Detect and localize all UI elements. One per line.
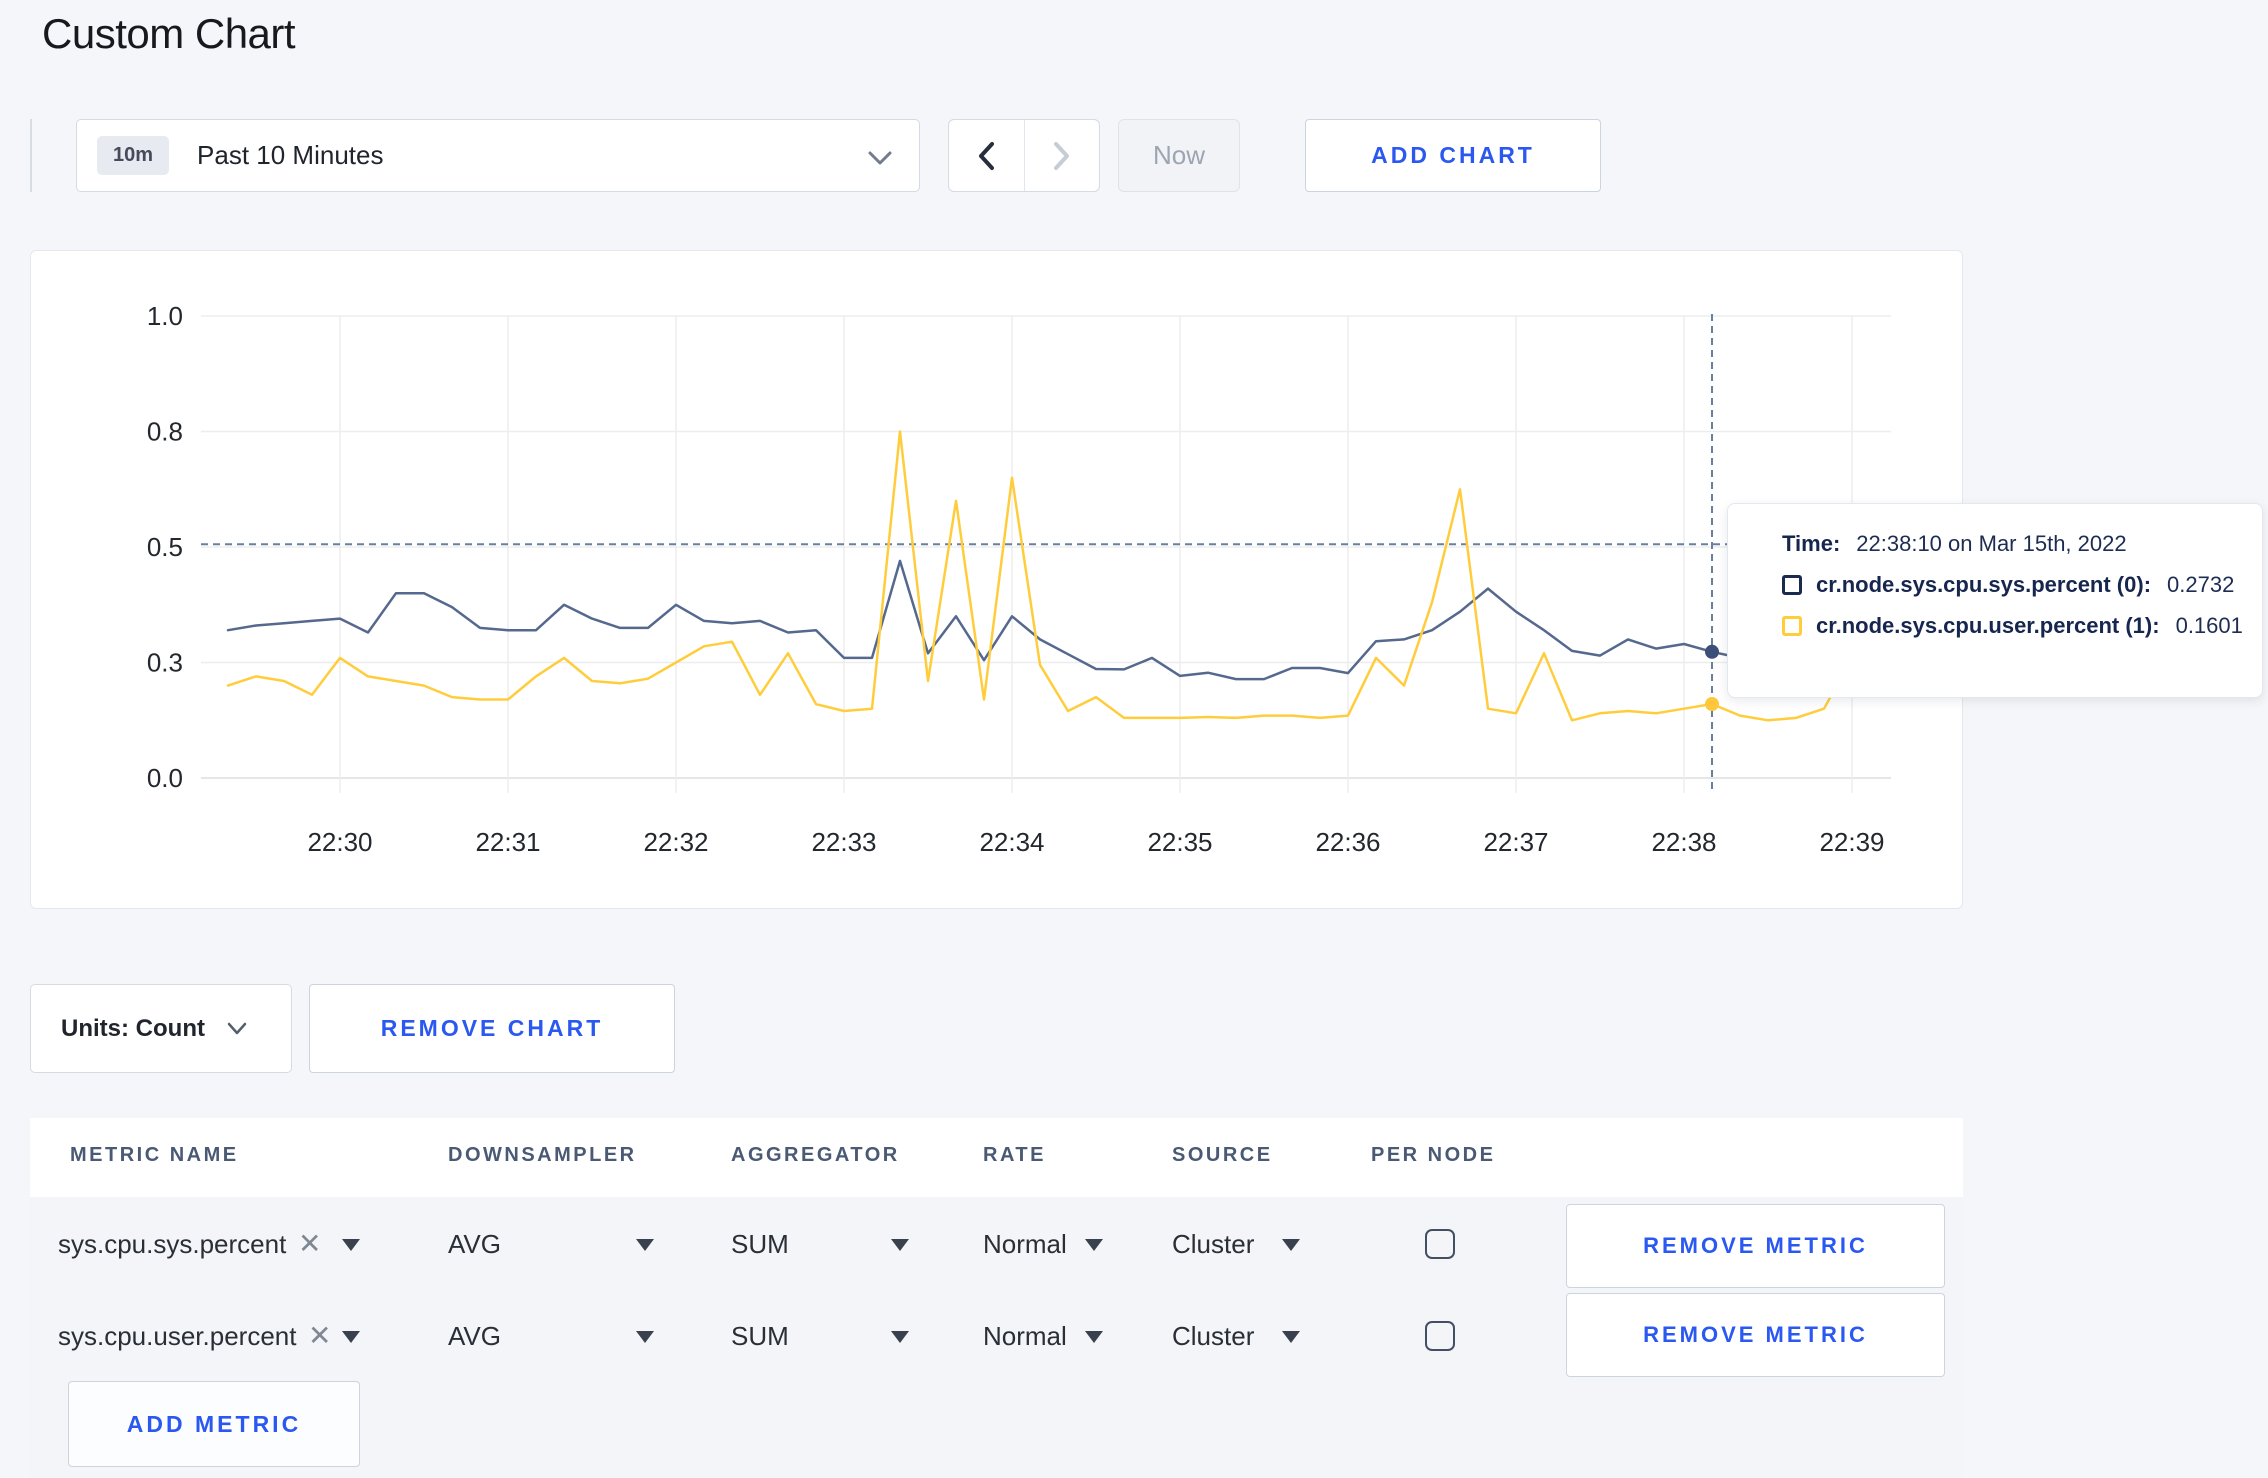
- chevron-down-icon: [227, 1022, 247, 1035]
- units-select[interactable]: Units: Count: [30, 984, 292, 1073]
- tooltip-series-name: cr.node.sys.cpu.user.percent (1):: [1816, 613, 2160, 638]
- source-caret-icon[interactable]: [1282, 1239, 1300, 1251]
- col-header-aggregator: AGGREGATOR: [731, 1144, 900, 1166]
- metric-name-select[interactable]: sys.cpu.sys.percent: [58, 1229, 286, 1260]
- svg-text:22:30: 22:30: [307, 827, 372, 857]
- tooltip-series-value: 0.1601: [2175, 613, 2243, 638]
- svg-text:0.5: 0.5: [147, 532, 183, 562]
- time-forward-button[interactable]: [1023, 120, 1100, 191]
- rate-caret-icon[interactable]: [1085, 1239, 1103, 1251]
- downsampler-caret-icon[interactable]: [636, 1331, 654, 1343]
- add-chart-button[interactable]: ADD CHART: [1305, 119, 1601, 192]
- line-chart[interactable]: 0.0 0.3 0.5 0.8 1.0 22:30 22:31 22:32 22:33 22:34…: [31, 251, 1964, 910]
- col-header-source: SOURCE: [1172, 1144, 1273, 1166]
- source-select[interactable]: Cluster: [1172, 1229, 1254, 1260]
- chart-tooltip: Time: 22:38:10 on Mar 15th, 2022 cr.node…: [1727, 503, 2263, 698]
- svg-text:22:35: 22:35: [1147, 827, 1212, 857]
- chart-card: 0.0 0.3 0.5 0.8 1.0 22:30 22:31 22:32 22:33 22:34…: [30, 250, 1963, 909]
- custom-chart-page: { "page": { "title": "Custom Chart" }, "…: [0, 0, 2268, 1478]
- svg-text:22:32: 22:32: [643, 827, 708, 857]
- svg-text:22:39: 22:39: [1819, 827, 1884, 857]
- time-back-button[interactable]: [949, 120, 1024, 191]
- metric-name-select[interactable]: sys.cpu.user.percent: [58, 1321, 296, 1352]
- col-header-downsampler: DOWNSAMPLER: [448, 1144, 637, 1166]
- metrics-table-header: METRIC NAME DOWNSAMPLER AGGREGATOR RATE …: [30, 1118, 1963, 1197]
- downsampler-select[interactable]: AVG: [448, 1229, 501, 1260]
- svg-text:0.0: 0.0: [147, 763, 183, 793]
- chevron-down-icon: [868, 151, 892, 165]
- aggregator-select[interactable]: SUM: [731, 1321, 789, 1352]
- time-window-select[interactable]: 10m Past 10 Minutes: [76, 119, 920, 192]
- rate-select[interactable]: Normal: [983, 1321, 1067, 1352]
- chevron-left-icon: [979, 141, 995, 170]
- tooltip-time-label: Time:: [1782, 531, 1841, 556]
- remove-metric-button[interactable]: REMOVE METRIC: [1566, 1204, 1945, 1288]
- clear-metric-icon[interactable]: ✕: [308, 1319, 331, 1352]
- chevron-right-icon: [1053, 141, 1069, 170]
- tooltip-time-row: Time: 22:38:10 on Mar 15th, 2022: [1782, 531, 2262, 557]
- svg-text:22:33: 22:33: [811, 827, 876, 857]
- user-series-swatch-icon: [1782, 616, 1802, 636]
- metric-dropdown-caret-icon[interactable]: [342, 1331, 360, 1343]
- svg-text:22:31: 22:31: [475, 827, 540, 857]
- svg-text:22:36: 22:36: [1315, 827, 1380, 857]
- per-node-checkbox[interactable]: [1425, 1229, 1455, 1259]
- source-select[interactable]: Cluster: [1172, 1321, 1254, 1352]
- remove-metric-button[interactable]: REMOVE METRIC: [1566, 1293, 1945, 1377]
- rate-select[interactable]: Normal: [983, 1229, 1067, 1260]
- col-header-rate: RATE: [983, 1144, 1046, 1166]
- page-title: Custom Chart: [42, 10, 296, 57]
- sys-series-swatch-icon: [1782, 575, 1802, 595]
- svg-text:22:37: 22:37: [1483, 827, 1548, 857]
- source-caret-icon[interactable]: [1282, 1331, 1300, 1343]
- downsampler-select[interactable]: AVG: [448, 1321, 501, 1352]
- svg-text:22:38: 22:38: [1651, 827, 1716, 857]
- col-header-per-node: PER NODE: [1371, 1144, 1496, 1166]
- remove-chart-button[interactable]: REMOVE CHART: [309, 984, 675, 1073]
- time-nav-group: [948, 119, 1100, 192]
- units-label: Units: Count: [61, 1014, 205, 1042]
- tooltip-series-name: cr.node.sys.cpu.sys.percent (0):: [1816, 572, 2152, 597]
- now-button[interactable]: Now: [1118, 119, 1240, 192]
- tooltip-series-value: 0.2732: [2167, 572, 2235, 597]
- clear-metric-icon[interactable]: ✕: [298, 1227, 321, 1260]
- tooltip-series-row: cr.node.sys.cpu.sys.percent (0): 0.2732: [1782, 572, 2262, 598]
- metric-dropdown-caret-icon[interactable]: [342, 1239, 360, 1251]
- tooltip-series-row: cr.node.sys.cpu.user.percent (1): 0.1601: [1782, 613, 2262, 639]
- svg-text:0.3: 0.3: [147, 648, 183, 678]
- svg-text:0.8: 0.8: [147, 417, 183, 447]
- svg-text:1.0: 1.0: [147, 301, 183, 331]
- aggregator-select[interactable]: SUM: [731, 1229, 789, 1260]
- tooltip-time-value: 22:38:10 on Mar 15th, 2022: [1856, 531, 2127, 556]
- aggregator-caret-icon[interactable]: [891, 1331, 909, 1343]
- aggregator-caret-icon[interactable]: [891, 1239, 909, 1251]
- downsampler-caret-icon[interactable]: [636, 1239, 654, 1251]
- rate-caret-icon[interactable]: [1085, 1331, 1103, 1343]
- add-metric-button[interactable]: ADD METRIC: [68, 1381, 360, 1467]
- toolbar-divider: [30, 119, 32, 192]
- svg-text:22:34: 22:34: [979, 827, 1044, 857]
- col-header-metric-name: METRIC NAME: [70, 1144, 239, 1166]
- time-window-badge: 10m: [97, 136, 170, 175]
- per-node-checkbox[interactable]: [1425, 1321, 1455, 1351]
- time-window-label: Past 10 Minutes: [197, 140, 384, 170]
